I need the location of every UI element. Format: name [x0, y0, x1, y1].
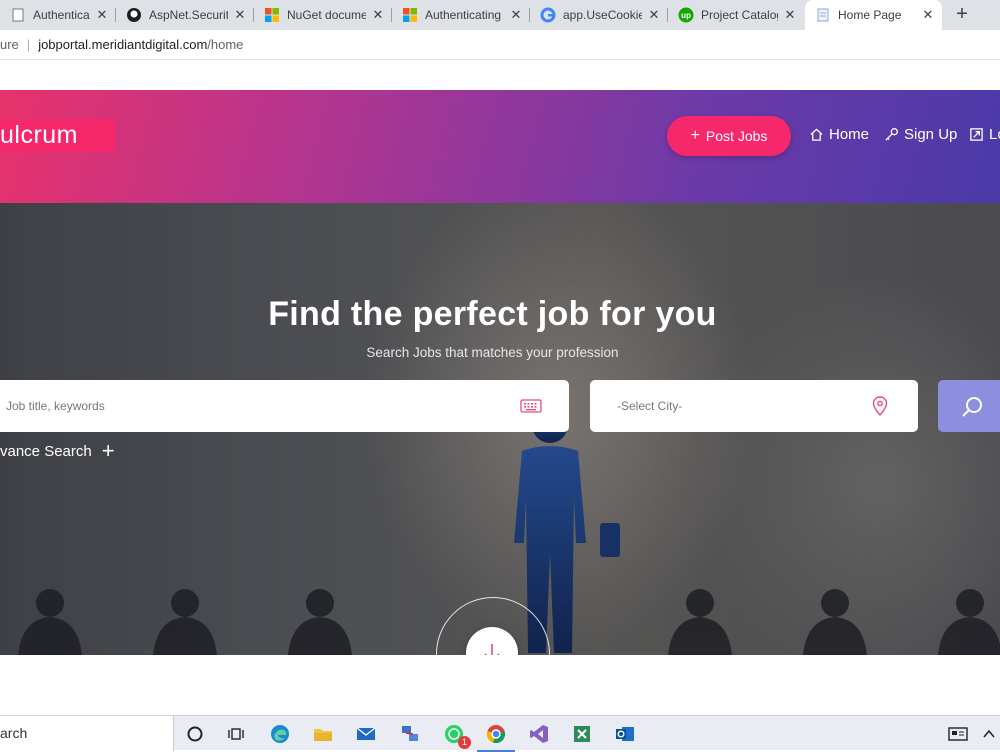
browser-tab-aspnet[interactable]: AspNet.Security.O ✕	[116, 0, 254, 30]
close-icon[interactable]: ✕	[646, 7, 662, 23]
chevron-up-icon[interactable]	[976, 721, 1000, 747]
tab-title: app.UseCookieAu	[563, 8, 642, 22]
address-bar[interactable]: ure | jobportal.meridiantdigital.com/hom…	[0, 30, 1000, 60]
nav-sign-up[interactable]: Sign Up	[884, 126, 957, 143]
close-icon[interactable]: ✕	[782, 7, 798, 23]
browser-tab-usecookie[interactable]: app.UseCookieAu ✕	[530, 0, 668, 30]
advance-search-toggle[interactable]: vance Search +	[0, 438, 115, 463]
browser-tab-home-page[interactable]: Home Page ✕	[805, 0, 942, 30]
post-jobs-label: Post Jobs	[705, 128, 768, 144]
google-icon	[540, 7, 556, 23]
notification-badge: 1	[458, 736, 471, 749]
plus-icon: +	[690, 127, 700, 144]
tab-title: Project Catalog | U	[701, 8, 778, 22]
close-icon[interactable]: ✕	[370, 7, 386, 23]
cortana-icon[interactable]	[182, 721, 208, 747]
mail-icon[interactable]	[353, 721, 379, 747]
close-icon[interactable]: ✕	[94, 7, 110, 23]
tab-title: Authenticating wi	[425, 8, 504, 22]
browser-tab-authentication[interactable]: Authentication | A ✕	[0, 0, 116, 30]
site-header: ulcrum + Post Jobs Home Sign Up Lo	[0, 90, 1000, 203]
network-icon[interactable]	[397, 721, 423, 747]
microsoft-icon	[402, 7, 418, 23]
windows-taskbar: arch 1	[0, 715, 1000, 752]
generic-page-icon	[10, 7, 26, 23]
post-jobs-button[interactable]: + Post Jobs	[667, 116, 791, 156]
svg-text:up: up	[681, 11, 691, 20]
keyword-input[interactable]	[0, 380, 500, 432]
upwork-icon: up	[678, 7, 694, 23]
hero-title: Find the perfect job for you	[268, 295, 717, 333]
chrome-icon[interactable]	[477, 721, 515, 752]
search-icon	[962, 397, 982, 417]
tab-title: NuGet documenta	[287, 8, 366, 22]
search-button[interactable]	[938, 380, 1000, 432]
tab-title: Home Page	[838, 8, 902, 22]
nav-sign-up-label: Sign Up	[904, 126, 958, 143]
nav-login-label: Lo	[989, 126, 1000, 143]
location-pin-icon	[872, 396, 888, 416]
advance-search-label: vance Search	[0, 442, 92, 460]
browser-tab-strip: Authentication | A ✕ AspNet.Security.O ✕…	[0, 0, 1000, 30]
keyboard-icon	[520, 399, 542, 413]
close-icon[interactable]: ✕	[508, 7, 524, 23]
news-icon[interactable]	[945, 721, 971, 747]
home-icon	[810, 128, 823, 141]
outlook-icon[interactable]	[612, 721, 638, 747]
url-host: jobportal.meridiantdigital.com	[38, 37, 208, 52]
arrow-down-icon	[484, 644, 500, 655]
tab-title: Authentication | A	[33, 8, 90, 22]
hero-section: Find the perfect job for you Search Jobs…	[0, 203, 1000, 655]
taskbar-search-box[interactable]: arch	[0, 716, 174, 751]
excel-like-icon[interactable]	[569, 721, 595, 747]
nav-home-label: Home	[829, 126, 870, 143]
url-path: /home	[207, 37, 244, 52]
task-view-icon[interactable]	[223, 721, 249, 747]
key-icon	[885, 128, 898, 141]
close-icon[interactable]: ✕	[920, 7, 936, 23]
microsoft-icon	[264, 7, 280, 23]
login-icon	[970, 128, 983, 141]
security-label[interactable]: ure	[0, 37, 19, 52]
city-select[interactable]: -Select City-	[590, 380, 918, 432]
browser-tab-authenticating[interactable]: Authenticating wi ✕	[392, 0, 530, 30]
browser-tab-nuget[interactable]: NuGet documenta ✕	[254, 0, 392, 30]
file-explorer-icon[interactable]	[310, 721, 336, 747]
nav-login[interactable]: Lo	[969, 126, 1000, 143]
site-logo[interactable]: ulcrum	[0, 119, 115, 152]
city-select-value: -Select City-	[617, 399, 683, 413]
github-icon	[126, 7, 142, 23]
whatsapp-icon[interactable]: 1	[441, 721, 471, 749]
browser-tab-project-catalog[interactable]: up Project Catalog | U ✕	[668, 0, 804, 30]
nav-home[interactable]: Home	[809, 126, 869, 143]
hero-subtitle: Search Jobs that matches your profession	[366, 345, 619, 360]
page-icon	[815, 7, 831, 23]
close-icon[interactable]: ✕	[232, 7, 248, 23]
visual-studio-icon[interactable]	[526, 721, 552, 747]
edge-icon[interactable]	[267, 721, 293, 747]
keyword-search-box	[0, 380, 569, 432]
tab-title: AspNet.Security.O	[149, 8, 228, 22]
new-tab-button[interactable]: +	[950, 3, 974, 27]
plus-icon: +	[101, 438, 115, 463]
